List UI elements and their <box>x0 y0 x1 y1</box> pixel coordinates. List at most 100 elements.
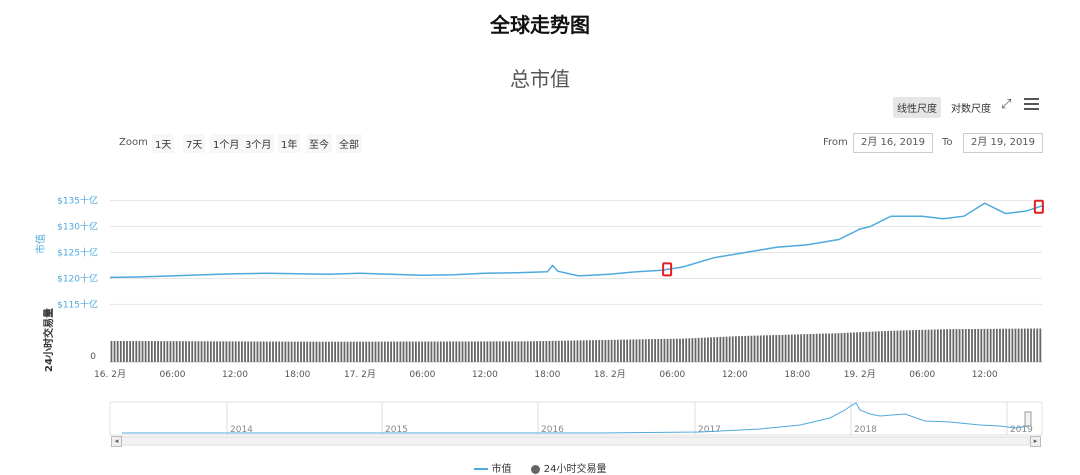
volume-bar <box>592 340 594 362</box>
volume-bar <box>256 341 259 362</box>
volume-bar <box>352 341 355 362</box>
volume-bar <box>700 337 703 362</box>
volume-bar <box>296 341 299 362</box>
volume-bar <box>573 340 576 362</box>
volume-bar <box>862 332 865 362</box>
volume-bar <box>716 337 719 362</box>
volume-bar <box>613 339 616 362</box>
volume-bar <box>660 338 663 362</box>
volume-axis-label: 24小时交易量 <box>42 308 55 372</box>
volume-bar <box>728 336 731 362</box>
volume-bar <box>775 335 778 362</box>
volume-bar <box>585 340 588 362</box>
volume-bar <box>579 340 582 362</box>
volume-bar <box>685 338 688 362</box>
volume-bar <box>200 341 203 362</box>
volume-bar <box>132 341 135 362</box>
volume-bar <box>567 340 570 362</box>
volume-bar <box>418 341 420 362</box>
volume-bar <box>380 341 383 362</box>
volume-bar <box>126 341 128 362</box>
volume-bar <box>480 341 483 362</box>
volume-bar <box>806 334 809 362</box>
navigator-handle[interactable] <box>1024 411 1032 427</box>
volume-bar <box>166 341 169 362</box>
volume-bar <box>691 338 694 362</box>
market-cap-chart[interactable]: $115十亿 $120十亿 $125十亿 $130十亿 $135十亿 16. 2月 06:… <box>0 0 1080 475</box>
scroll-right-button[interactable]: ▸ <box>1030 436 1041 447</box>
volume-bar <box>110 340 113 362</box>
volume-bar <box>601 340 604 362</box>
legend-market-cap[interactable]: 市值 <box>473 460 512 475</box>
line-swatch-icon <box>473 468 488 470</box>
volume-bar <box>781 334 784 362</box>
legend-volume[interactable]: 24小时交易量 <box>530 460 606 475</box>
volume-bar <box>321 341 324 362</box>
volume-bar <box>129 341 131 362</box>
volume-bar <box>287 341 290 362</box>
volume-bar <box>766 335 768 362</box>
volume-bar <box>803 334 806 362</box>
navigator[interactable]: 2014 2015 2016 2017 2018 2019 <box>109 401 1043 446</box>
volume-bar <box>169 341 172 362</box>
volume-bar <box>812 333 815 362</box>
scrollbar-track[interactable] <box>120 436 1030 446</box>
volume-bar <box>237 341 240 362</box>
volume-bar <box>362 341 364 362</box>
volume-bar <box>461 341 464 362</box>
volume-bar <box>213 341 215 362</box>
volume-bar <box>958 329 961 362</box>
volume-bar <box>368 341 371 362</box>
volume-bar <box>632 339 635 362</box>
volume-bar <box>707 337 709 362</box>
x-tick-label: 06:00 <box>409 370 435 380</box>
volume-bar <box>1023 328 1026 362</box>
volume-bar <box>197 341 200 362</box>
volume-bar <box>610 339 613 362</box>
volume-bar <box>682 338 684 362</box>
x-tick-label: 06:00 <box>659 370 685 380</box>
volume-bar <box>411 341 414 362</box>
volume-bar <box>874 331 877 362</box>
x-tick-label: 18:00 <box>284 370 310 380</box>
volume-bar <box>1020 328 1023 362</box>
volume-bar <box>470 341 473 362</box>
volume-bar <box>275 341 278 362</box>
volume-bar <box>458 341 461 362</box>
volume-bar <box>703 337 706 362</box>
volume-bar <box>293 341 296 362</box>
volume-bar <box>498 341 501 362</box>
volume-bar <box>983 328 986 362</box>
volume-bar <box>918 329 921 362</box>
volume-bar <box>564 340 566 362</box>
volume-bar <box>772 335 775 362</box>
volume-bar <box>756 335 759 362</box>
volume-bar <box>331 341 333 362</box>
x-tick-label: 18. 2月 <box>594 369 626 380</box>
volume-bar <box>191 341 194 362</box>
volume-bar <box>846 332 849 362</box>
volume-bar <box>219 341 222 362</box>
volume-bar <box>408 341 411 362</box>
volume-bar <box>902 330 905 362</box>
volume-bar <box>244 341 246 362</box>
scroll-left-button[interactable]: ◂ <box>111 436 122 447</box>
volume-bar <box>623 339 625 362</box>
volume-bar <box>604 339 607 362</box>
volume-bar <box>936 329 939 362</box>
volume-bar <box>834 333 837 362</box>
volume-bar <box>986 328 989 362</box>
volume-bar <box>620 339 622 362</box>
volume-bar <box>259 341 262 362</box>
volume-bar <box>818 333 821 362</box>
volume-bar <box>1039 328 1042 362</box>
volume-bar <box>303 341 305 362</box>
volume-bar <box>474 341 476 362</box>
volume-bar <box>946 329 949 362</box>
volume-bar <box>750 335 753 362</box>
volume-bar <box>778 334 781 362</box>
volume-bar <box>815 333 818 362</box>
volume-bar <box>890 330 893 362</box>
volume-bar <box>679 338 681 362</box>
volume-bar <box>769 335 771 362</box>
